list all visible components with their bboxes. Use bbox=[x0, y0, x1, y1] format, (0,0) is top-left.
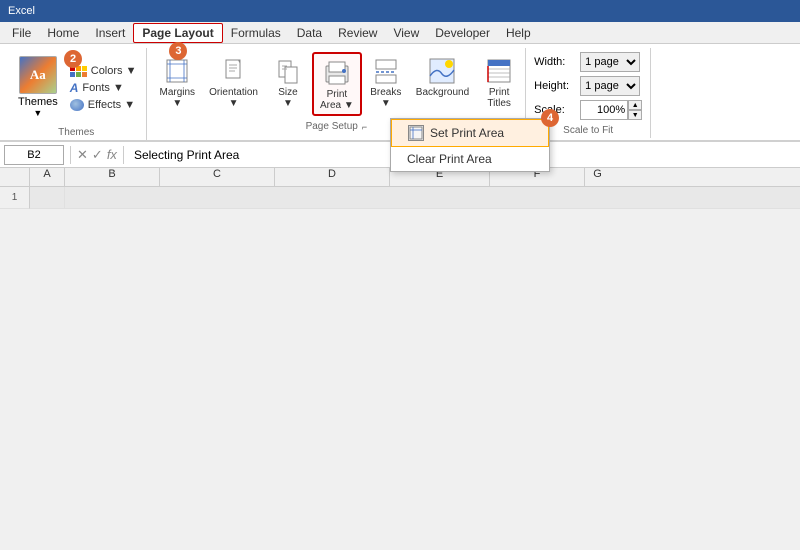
set-print-area-label: Set Print Area bbox=[430, 126, 504, 140]
formula-icons: ✕ ✓ fx bbox=[77, 147, 117, 163]
cell-b1[interactable] bbox=[65, 187, 800, 208]
set-print-area-item[interactable]: Set Print Area bbox=[391, 119, 549, 147]
menu-formulas[interactable]: Formulas bbox=[223, 24, 289, 42]
menu-review[interactable]: Review bbox=[330, 24, 385, 42]
col-header-b[interactable]: B bbox=[65, 168, 160, 186]
height-select[interactable]: 1 page bbox=[580, 76, 640, 96]
print-titles-icon bbox=[483, 55, 515, 87]
print-area-icon bbox=[321, 57, 353, 89]
menu-insert[interactable]: Insert bbox=[87, 24, 133, 42]
print-titles-label: PrintTitles bbox=[487, 87, 511, 109]
menu-file[interactable]: File bbox=[4, 24, 39, 42]
name-box[interactable] bbox=[4, 145, 64, 165]
breaks-button[interactable]: Breaks▼ bbox=[364, 52, 408, 112]
print-area-button[interactable]: PrintArea ▼ 3 bbox=[312, 52, 362, 116]
effects-icon bbox=[70, 99, 84, 111]
menu-help[interactable]: Help bbox=[498, 24, 539, 42]
row-num-1: 1 bbox=[0, 187, 30, 209]
orientation-button[interactable]: Orientation▼ bbox=[203, 52, 264, 112]
col-header-d[interactable]: D bbox=[275, 168, 390, 186]
width-row: Width: 1 page bbox=[534, 52, 642, 72]
height-label: Height: bbox=[534, 80, 576, 92]
table-row: 1 bbox=[0, 187, 800, 209]
margins-label: Margins▼ bbox=[159, 87, 195, 109]
margins-button[interactable]: Margins▼ bbox=[153, 52, 201, 112]
breaks-label: Breaks▼ bbox=[370, 87, 401, 109]
orientation-icon bbox=[218, 55, 250, 87]
cell-a1[interactable] bbox=[30, 187, 65, 208]
scale-up-button[interactable]: ▲ bbox=[628, 100, 642, 110]
confirm-icon[interactable]: ✓ bbox=[92, 147, 103, 163]
fonts-icon: A bbox=[70, 81, 79, 95]
col-header-g[interactable]: G bbox=[585, 168, 610, 186]
fx-icon[interactable]: fx bbox=[107, 147, 117, 163]
background-button[interactable]: Background bbox=[410, 52, 475, 101]
title-bar: Excel bbox=[0, 0, 800, 22]
row-numbers: 1 2 3 4 5 6 7 8 9 10 11 12 bbox=[0, 187, 30, 209]
menu-developer[interactable]: Developer bbox=[427, 24, 498, 42]
menu-data[interactable]: Data bbox=[289, 24, 330, 42]
effects-label: Effects ▼ bbox=[88, 99, 135, 111]
fonts-label: Fonts ▼ bbox=[82, 82, 123, 94]
title-text: Excel bbox=[8, 5, 35, 17]
menu-bar: File Home Insert Page Layout Formulas Da… bbox=[0, 22, 800, 44]
fonts-button[interactable]: A Fonts ▼ bbox=[66, 80, 141, 96]
print-area-dropdown: Set Print Area Clear Print Area 4 bbox=[390, 118, 550, 172]
orientation-label: Orientation▼ bbox=[209, 87, 258, 109]
clear-print-area-label: Clear Print Area bbox=[407, 152, 492, 166]
background-label: Background bbox=[416, 87, 469, 98]
width-label: Width: bbox=[534, 56, 576, 68]
effects-button[interactable]: Effects ▼ bbox=[66, 98, 141, 112]
set-print-area-icon bbox=[408, 125, 424, 141]
menu-home[interactable]: Home bbox=[39, 24, 87, 42]
size-button[interactable]: Size▼ bbox=[266, 52, 310, 112]
col-header-a[interactable]: A bbox=[30, 168, 65, 186]
height-row: Height: 1 page bbox=[534, 76, 642, 96]
colors-label: Colors ▼ bbox=[91, 65, 137, 77]
scale-down-button[interactable]: ▼ bbox=[628, 110, 642, 120]
print-area-label: PrintArea ▼ bbox=[320, 89, 354, 111]
breaks-icon bbox=[370, 55, 402, 87]
size-label: Size▼ bbox=[278, 87, 297, 109]
badge-2: 2 bbox=[64, 50, 82, 68]
background-icon bbox=[426, 55, 458, 87]
themes-arrow: ▼ bbox=[33, 108, 42, 118]
scale-input[interactable] bbox=[580, 100, 628, 120]
formula-separator bbox=[70, 146, 71, 164]
cancel-icon[interactable]: ✕ bbox=[77, 147, 88, 163]
size-icon bbox=[272, 55, 304, 87]
corner-cell bbox=[0, 168, 30, 186]
themes-button[interactable]: Aa Themes ▼ bbox=[10, 52, 66, 122]
themes-label: Themes bbox=[18, 96, 58, 108]
print-titles-button[interactable]: PrintTitles bbox=[477, 52, 521, 112]
formula-sep2 bbox=[123, 146, 124, 164]
badge-4: 4 bbox=[541, 109, 559, 127]
col-header-c[interactable]: C bbox=[160, 168, 275, 186]
menu-view[interactable]: View bbox=[385, 24, 427, 42]
width-select[interactable]: 1 page bbox=[580, 52, 640, 72]
menu-page-layout[interactable]: Page Layout bbox=[133, 23, 222, 43]
clear-print-area-item[interactable]: Clear Print Area bbox=[391, 147, 549, 171]
themes-group-label: Themes bbox=[6, 127, 146, 138]
